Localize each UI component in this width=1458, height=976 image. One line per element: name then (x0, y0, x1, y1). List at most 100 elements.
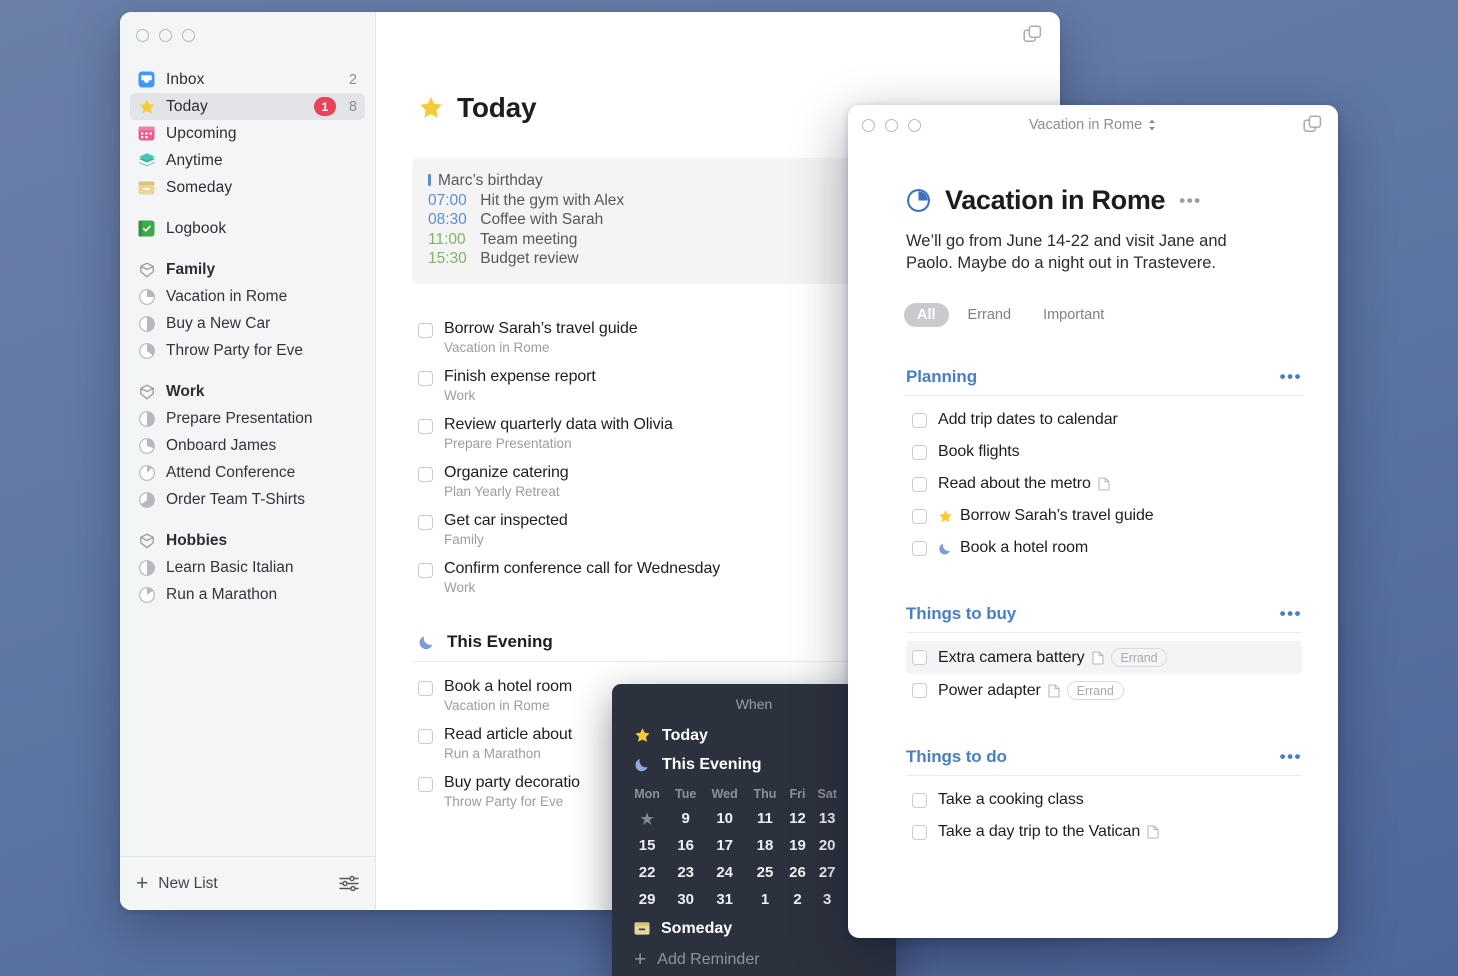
todo-tag[interactable]: Errand (1110, 648, 1168, 667)
new-list-button[interactable]: + New List (136, 873, 339, 894)
calendar-day-cell[interactable]: 12 (784, 805, 811, 832)
calendar-day-cell[interactable]: 27 (811, 859, 843, 886)
sidebar-area-work[interactable]: Work (130, 378, 365, 405)
todo-checkbox[interactable] (912, 683, 927, 698)
sidebar-area-family[interactable]: Family (130, 256, 365, 283)
task-checkbox[interactable] (418, 467, 433, 482)
tag-filter-errand[interactable]: Errand (955, 303, 1025, 327)
task-checkbox[interactable] (418, 777, 433, 792)
calendar-day-cell[interactable]: 9 (668, 805, 703, 832)
calendar-day-cell[interactable]: 17 (703, 832, 746, 859)
todo-checkbox[interactable] (912, 508, 927, 524)
calendar-day-cell[interactable]: 2 (784, 886, 811, 913)
maximize-button[interactable] (182, 28, 195, 42)
sidebar-project-learn-basic-italian[interactable]: Learn Basic Italian (130, 554, 365, 581)
todo-row[interactable]: Take a day trip to the Vatican (906, 816, 1302, 848)
calendar-day-cell[interactable]: 18 (746, 832, 784, 859)
sidebar-item-someday[interactable]: Someday (130, 174, 365, 201)
todo-row[interactable]: Read about the metro (906, 468, 1302, 500)
sidebar-project-onboard-james[interactable]: Onboard James (130, 432, 365, 459)
task-checkbox[interactable] (418, 681, 433, 696)
task-checkbox[interactable] (418, 563, 433, 578)
more-dots-icon[interactable]: ••• (1179, 192, 1201, 209)
todo-row[interactable]: Book a hotel room (906, 532, 1302, 564)
calendar-day-cell[interactable]: 24 (703, 859, 746, 886)
project-note[interactable]: We’ll go from June 14-22 and visit Jane … (906, 230, 1258, 274)
calendar-day-cell[interactable]: 20 (811, 832, 843, 859)
todo-row[interactable]: Extra camera battery Errand (906, 641, 1302, 674)
close-button[interactable] (862, 118, 875, 132)
todo-checkbox[interactable] (912, 824, 927, 840)
sidebar-area-hobbies[interactable]: Hobbies (130, 527, 365, 554)
copy-windows-icon[interactable] (1023, 24, 1044, 46)
task-checkbox[interactable] (418, 729, 433, 744)
todo-tag[interactable]: Errand (1066, 681, 1124, 700)
sidebar-project-prepare-presentation[interactable]: Prepare Presentation (130, 405, 365, 432)
task-checkbox[interactable] (418, 419, 433, 434)
task-checkbox[interactable] (418, 515, 433, 530)
copy-windows-icon[interactable] (1303, 114, 1324, 136)
task-checkbox[interactable] (418, 323, 433, 338)
todo-checkbox[interactable] (912, 792, 927, 808)
todo-checkbox[interactable] (912, 650, 927, 665)
sidebar-item-logbook[interactable]: Logbook (130, 215, 365, 242)
todo-checkbox[interactable] (912, 444, 927, 460)
sidebar-project-buy-a-new-car[interactable]: Buy a New Car (130, 310, 365, 337)
tag-filter-row[interactable]: All Errand Important (904, 303, 1302, 327)
tag-filter-all[interactable]: All (904, 303, 949, 327)
sidebar-item-anytime[interactable]: Anytime (130, 147, 365, 174)
todo-content: Take a cooking class (938, 791, 1084, 809)
add-reminder-button[interactable]: + Add Reminder (634, 944, 896, 975)
sidebar-project-order-team-t-shirts[interactable]: Order Team T-Shirts (130, 486, 365, 513)
todo-row[interactable]: Power adapter Errand (906, 674, 1302, 707)
calendar-day-cell[interactable]: 31 (703, 886, 746, 913)
calendar-day-cell[interactable]: 19 (784, 832, 811, 859)
task-checkbox[interactable] (418, 371, 433, 386)
todo-checkbox[interactable] (912, 540, 927, 556)
section-item-list[interactable]: Extra camera battery Errand Power adapter E… (906, 641, 1302, 707)
tag-filter-important[interactable]: Important (1030, 303, 1117, 327)
todo-checkbox[interactable] (912, 476, 927, 492)
calendar-day-cell[interactable]: 3 (811, 886, 843, 913)
calendar-day-cell[interactable]: 13 (811, 805, 843, 832)
calendar-day-cell[interactable]: 29 (626, 886, 668, 913)
sidebar-list[interactable]: Inbox 2 Today 1 8 Upcoming Anytime Somed… (120, 58, 375, 856)
more-dots-icon[interactable]: ••• (1280, 368, 1302, 385)
calendar-icon (137, 124, 156, 143)
sidebar-project-throw-party-for-eve[interactable]: Throw Party for Eve (130, 337, 365, 364)
calendar-day-cell[interactable]: 11 (746, 805, 784, 832)
window-controls[interactable] (136, 28, 195, 42)
section-item-list[interactable]: Add trip dates to calendar Book flights Re… (906, 404, 1302, 564)
minimize-button[interactable] (885, 118, 898, 132)
todo-row[interactable]: Add trip dates to calendar (906, 404, 1302, 436)
task-project-label: Vacation in Rome (444, 340, 550, 355)
sidebar-item-upcoming[interactable]: Upcoming (130, 120, 365, 147)
sidebar-project-run-a-marathon[interactable]: Run a Marathon (130, 581, 365, 608)
calendar-day-cell[interactable]: 1 (746, 886, 784, 913)
calendar-day-cell[interactable]: 16 (668, 832, 703, 859)
todo-row[interactable]: Borrow Sarah’s travel guide (906, 500, 1302, 532)
close-button[interactable] (136, 28, 149, 42)
calendar-day-cell[interactable]: 22 (626, 859, 668, 886)
calendar-today-star[interactable]: ★ (626, 805, 668, 832)
sliders-icon[interactable] (339, 875, 359, 892)
minimize-button[interactable] (159, 28, 172, 42)
sidebar-project-vacation-in-rome[interactable]: Vacation in Rome (130, 283, 365, 310)
calendar-day-cell[interactable]: 15 (626, 832, 668, 859)
calendar-day-cell[interactable]: 30 (668, 886, 703, 913)
section-item-list[interactable]: Take a cooking class Take a day trip to t… (906, 784, 1302, 848)
calendar-day-cell[interactable]: 10 (703, 805, 746, 832)
todo-row[interactable]: Take a cooking class (906, 784, 1302, 816)
sidebar-item-today[interactable]: Today 1 8 (130, 93, 365, 120)
todo-checkbox[interactable] (912, 412, 927, 428)
sidebar-item-inbox[interactable]: Inbox 2 (130, 66, 365, 93)
maximize-button[interactable] (908, 118, 921, 132)
more-dots-icon[interactable]: ••• (1280, 605, 1302, 622)
calendar-day-cell[interactable]: 25 (746, 859, 784, 886)
todo-row[interactable]: Book flights (906, 436, 1302, 468)
sidebar-project-attend-conference[interactable]: Attend Conference (130, 459, 365, 486)
calendar-day-cell[interactable]: 23 (668, 859, 703, 886)
more-dots-icon[interactable]: ••• (1280, 748, 1302, 765)
calendar-day-cell[interactable]: 26 (784, 859, 811, 886)
window-controls[interactable] (862, 118, 921, 132)
